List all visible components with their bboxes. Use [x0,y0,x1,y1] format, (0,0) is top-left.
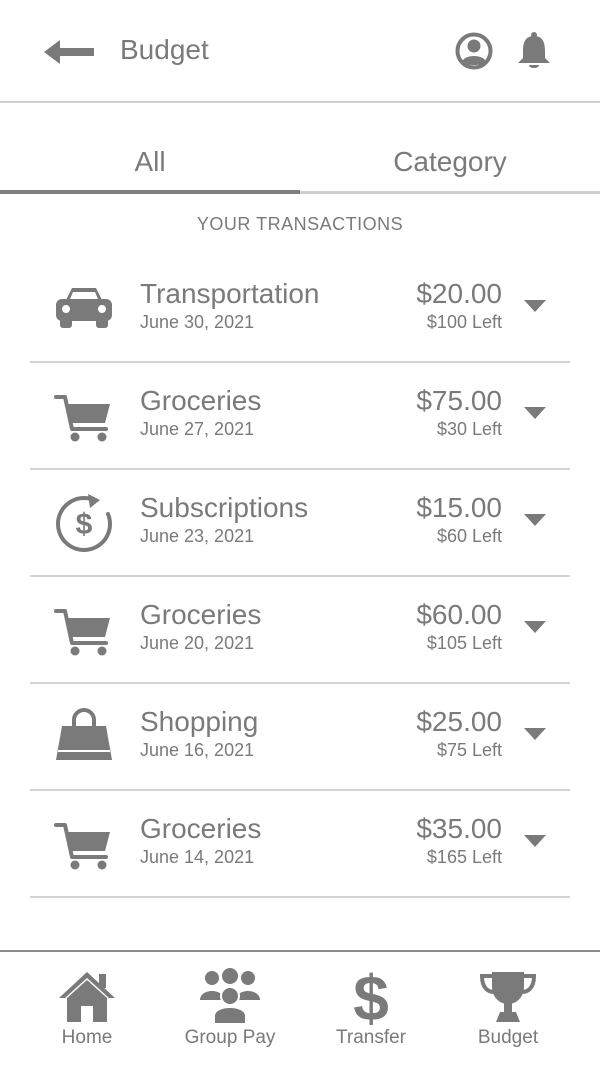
home-icon [59,972,115,1022]
budget-remaining: $30 Left [436,419,502,439]
transaction-amount: $15.00 [416,492,502,523]
page-title: Budget [120,34,209,65]
tab-bar: All Category [0,130,600,194]
nav-group-pay-label: Group Pay [184,1027,276,1048]
nav-group-pay[interactable]: Group Pay [155,952,305,1068]
nav-transfer-label: Transfer [335,1027,407,1048]
transaction-date: June 14, 2021 [140,847,255,867]
chevron-down-icon[interactable] [524,621,546,635]
trophy-icon [479,972,537,1022]
transaction-row[interactable]: $ Subscriptions June 23, 2021 $15.00 $60… [30,470,570,577]
chevron-down-icon[interactable] [524,835,546,849]
transaction-name: Subscriptions [140,492,309,523]
transaction-date: June 30, 2021 [140,312,255,332]
user-icon[interactable] [455,32,493,70]
transaction-row[interactable]: Groceries June 27, 2021 $75.00 $30 Left [30,363,570,470]
transaction-amount: $20.00 [416,278,502,309]
cart-icon [54,609,110,656]
transaction-row[interactable]: Groceries June 20, 2021 $60.00 $105 Left [30,577,570,684]
bottom-nav: Home Group Pay $ Transfer Budget [0,950,600,1066]
tab-all[interactable]: All [0,130,300,194]
transaction-date: June 16, 2021 [140,740,255,760]
transaction-name: Groceries [140,813,262,844]
chevron-down-icon[interactable] [524,300,546,314]
active-tab-indicator [0,190,300,194]
transaction-name: Groceries [140,599,262,630]
chevron-down-icon[interactable] [524,407,546,421]
group-icon [200,968,260,1025]
dollar-icon: $ [353,966,389,1026]
budget-remaining: $105 Left [426,633,502,653]
transaction-date: June 27, 2021 [140,419,255,439]
budget-remaining: $165 Left [426,847,502,867]
transaction-row[interactable]: Transportation June 30, 2021 $20.00 $100… [30,256,570,363]
budget-remaining: $75 Left [436,740,502,760]
transaction-name: Transportation [140,278,320,309]
budget-remaining: $60 Left [436,526,502,546]
bell-icon[interactable] [515,31,553,71]
app-header: Budget [0,0,600,103]
transaction-name: Groceries [140,385,262,416]
transaction-row[interactable]: Shopping June 16, 2021 $25.00 $75 Left [30,684,570,791]
transaction-name: Shopping [140,706,259,737]
car-icon [56,288,112,328]
transaction-date: June 23, 2021 [140,526,255,546]
transaction-date: June 20, 2021 [140,633,255,653]
svg-text:$: $ [76,508,93,541]
cart-icon [54,395,110,442]
tab-category[interactable]: Category [300,130,600,194]
budget-remaining: $100 Left [426,312,502,332]
transaction-amount: $60.00 [416,599,502,630]
shopping-bag-icon [56,708,112,760]
nav-home[interactable]: Home [12,952,162,1068]
nav-budget-label: Budget [477,1027,539,1048]
transaction-amount: $35.00 [416,813,502,844]
chevron-down-icon[interactable] [524,514,546,528]
svg-text:$: $ [353,966,389,1026]
nav-transfer[interactable]: $ Transfer [296,952,446,1068]
cart-icon [54,823,110,870]
back-arrow-icon[interactable] [44,36,96,68]
tab-divider [300,191,600,194]
transaction-row[interactable]: Groceries June 14, 2021 $35.00 $165 Left [30,791,570,898]
nav-budget[interactable]: Budget [433,952,583,1068]
nav-home-label: Home [61,1027,113,1048]
transaction-amount: $25.00 [416,706,502,737]
section-title: YOUR TRANSACTIONS [196,214,404,234]
transaction-amount: $75.00 [416,385,502,416]
chevron-down-icon[interactable] [524,728,546,742]
recurring-dollar-icon: $ [56,494,112,552]
